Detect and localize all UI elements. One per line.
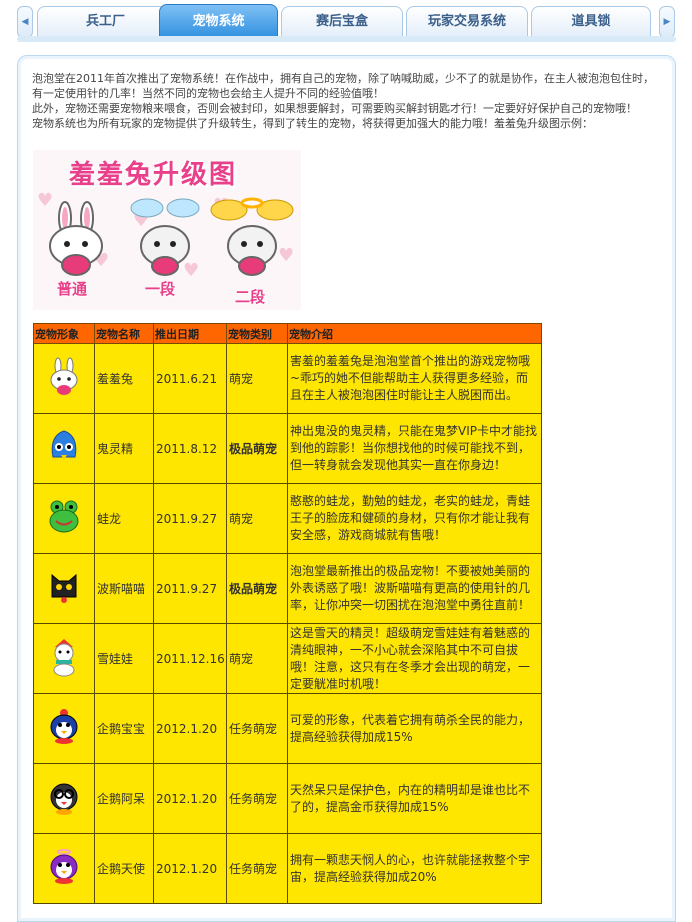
scroll-left-arrow-icon[interactable]: ◀	[17, 6, 33, 38]
pet-desc: 可爱的形象，代表着它拥有萌杀全民的能力，提高经验获得加成15%	[287, 693, 542, 764]
intro-paragraph-2: 此外，宠物还需要宠物粮来喂食，否则会被封印，如果想要解封，可需要购买解封钥匙才行…	[32, 102, 637, 115]
rabbit-upgrade-banner: ♥ ♥ ♥ ♥ ♥ ♥ 羞羞兔升级图 普通 一段 二段	[33, 150, 301, 310]
pet-name: 鬼灵精	[94, 413, 154, 484]
pet-name: 蛙龙	[94, 483, 154, 554]
tab-bar: ◀ 兵工厂 宠物系统 赛后宝盒 玩家交易系统 道具锁 ▶	[17, 4, 675, 39]
pet-date: 2011.9.27	[153, 483, 227, 554]
pet-date: 2011.9.27	[153, 553, 227, 624]
table-row: 波斯喵喵 2011.9.27 极品萌宠 泡泡堂最新推出的极品宠物！不要被她美丽的外表诱…	[33, 553, 542, 624]
pet-desc: 这是雪天的精灵！超级萌宠雪娃娃有着魅惑的清纯眼神，一不小心就会深陷其中不可自拔哦…	[287, 623, 542, 694]
pet-type: 萌宠	[226, 483, 288, 554]
table-row: 企鹅宝宝 2012.1.20 任务萌宠 可爱的形象，代表着它拥有萌杀全民的能力，提高经…	[33, 693, 542, 764]
pet-name: 波斯喵喵	[94, 553, 154, 624]
table-row: 雪娃娃 2011.12.16 萌宠 这是雪天的精灵！超级萌宠雪娃娃有着魅惑的清纯眼神，…	[33, 623, 542, 694]
pet-name: 羞羞兔	[94, 343, 154, 414]
tab-item-lock[interactable]: 道具锁	[531, 6, 651, 37]
pet-type: 萌宠	[226, 623, 288, 694]
green-frog-icon	[47, 497, 81, 540]
rabbit-stage2-icon	[210, 197, 294, 276]
pet-date: 2012.1.20	[153, 763, 227, 834]
pet-desc: 拥有一颗悲天悯人的心，也许就能拯救整个宇宙，提高经验获得加成20%	[287, 833, 542, 904]
stage-label-1: 一段	[145, 280, 176, 298]
pet-image-cell	[33, 483, 95, 554]
pet-name: 企鹅阿呆	[94, 763, 154, 834]
col-header-desc: 宠物介绍	[287, 323, 542, 344]
pet-date: 2012.1.20	[153, 833, 227, 904]
pet-desc: 神出鬼没的鬼灵精，只能在鬼梦VIP卡中才能找到他的踪影！当你想找他的时候可能找不…	[287, 413, 542, 484]
pet-type: 极品萌宠	[226, 413, 288, 484]
intro-paragraph-1: 泡泡堂在2011年首次推出了宠物系统！在作战中，拥有自己的宠物，除了呐喊助威，少…	[32, 72, 654, 100]
table-row: 鬼灵精 2011.8.12 极品萌宠 神出鬼没的鬼灵精，只能在鬼梦VIP卡中才能找到他…	[33, 413, 542, 484]
rabbit-normal-icon	[49, 201, 103, 276]
blue-ghost-icon	[47, 427, 81, 470]
pet-name: 企鹅宝宝	[94, 693, 154, 764]
pet-type: 任务萌宠	[226, 833, 288, 904]
tab-pet-system[interactable]: 宠物系统	[159, 4, 278, 39]
table-row: 羞羞兔 2011.6.21 萌宠 害羞的羞羞兔是泡泡堂首个推出的游戏宠物哦~乖巧的她不…	[33, 343, 542, 414]
pet-image-cell	[33, 413, 95, 484]
pet-type: 极品萌宠	[226, 553, 288, 624]
black-cat-icon	[47, 567, 81, 610]
tab-player-trade[interactable]: 玩家交易系统	[406, 6, 528, 37]
pink-rabbit-icon	[47, 357, 81, 400]
pet-image-cell	[33, 763, 95, 834]
table-row: 蛙龙 2011.9.27 萌宠 憨憨的蛙龙，勤勉的蛙龙，老实的蛙龙，青蛙王子的脸庞和健…	[33, 483, 542, 554]
scroll-right-arrow-icon[interactable]: ▶	[659, 6, 675, 38]
pet-desc: 天然呆只是保护色，内在的精明却是谁也比不了的，提高金币获得加成15%	[287, 763, 542, 834]
stage-label-2: 二段	[235, 288, 266, 306]
pet-image-cell	[33, 343, 95, 414]
pet-date: 2011.6.21	[153, 343, 227, 414]
pet-date: 2011.8.12	[153, 413, 227, 484]
snowman-icon	[47, 637, 81, 680]
tab-arsenal[interactable]: 兵工厂	[37, 6, 174, 37]
col-header-date: 推出日期	[153, 323, 227, 344]
col-header-type: 宠物类别	[226, 323, 288, 344]
pet-type: 萌宠	[226, 343, 288, 414]
penguin-angel-icon	[47, 847, 81, 890]
rabbit-stage1-icon	[130, 198, 200, 276]
table-row: 企鹅阿呆 2012.1.20 任务萌宠 天然呆只是保护色，内在的精明却是谁也比不了的，…	[33, 763, 542, 834]
pet-type: 任务萌宠	[226, 693, 288, 764]
pet-date: 2012.1.20	[153, 693, 227, 764]
pet-desc: 害羞的羞羞兔是泡泡堂首个推出的游戏宠物哦~乖巧的她不但能帮助主人获得更多经验，而…	[287, 343, 542, 414]
pet-image-cell	[33, 623, 95, 694]
pet-date: 2011.12.16	[153, 623, 227, 694]
pet-desc: 泡泡堂最新推出的极品宠物！不要被她美丽的外表诱惑了哦！波斯喵喵有更高的使用针的几…	[287, 553, 542, 624]
col-header-image: 宠物形象	[33, 323, 95, 344]
penguin-baby-icon	[47, 707, 81, 750]
intro-text: 泡泡堂在2011年首次推出了宠物系统！在作战中，拥有自己的宠物，除了呐喊助威，少…	[32, 71, 660, 131]
stage-label-normal: 普通	[57, 280, 88, 298]
pet-type: 任务萌宠	[226, 763, 288, 834]
pet-image-cell	[33, 693, 95, 764]
col-header-name: 宠物名称	[94, 323, 154, 344]
pet-image-cell	[33, 553, 95, 624]
pet-name: 企鹅天使	[94, 833, 154, 904]
penguin-dull-icon	[47, 777, 81, 820]
banner-title: 羞羞兔升级图	[69, 160, 238, 190]
pet-desc: 憨憨的蛙龙，勤勉的蛙龙，老实的蛙龙，青蛙王子的脸庞和健硕的身材，只有你才能让我有…	[287, 483, 542, 554]
tab-underline	[17, 36, 676, 42]
table-header-row: 宠物形象 宠物名称 推出日期 宠物类别 宠物介绍	[33, 323, 542, 344]
pet-table: 宠物形象 宠物名称 推出日期 宠物类别 宠物介绍 羞羞兔 2011.6.21 萌宠害…	[33, 323, 542, 904]
tab-post-match-box[interactable]: 赛后宝盒	[281, 6, 403, 37]
table-row: 企鹅天使 2012.1.20 任务萌宠 拥有一颗悲天悯人的心，也许就能拯救整个宇宙，提…	[33, 833, 542, 904]
intro-paragraph-3: 宠物系统也为所有玩家的宠物提供了升级转生，得到了转生的宠物，将获得更加强大的能力…	[32, 117, 593, 130]
pet-name: 雪娃娃	[94, 623, 154, 694]
pet-image-cell	[33, 833, 95, 904]
